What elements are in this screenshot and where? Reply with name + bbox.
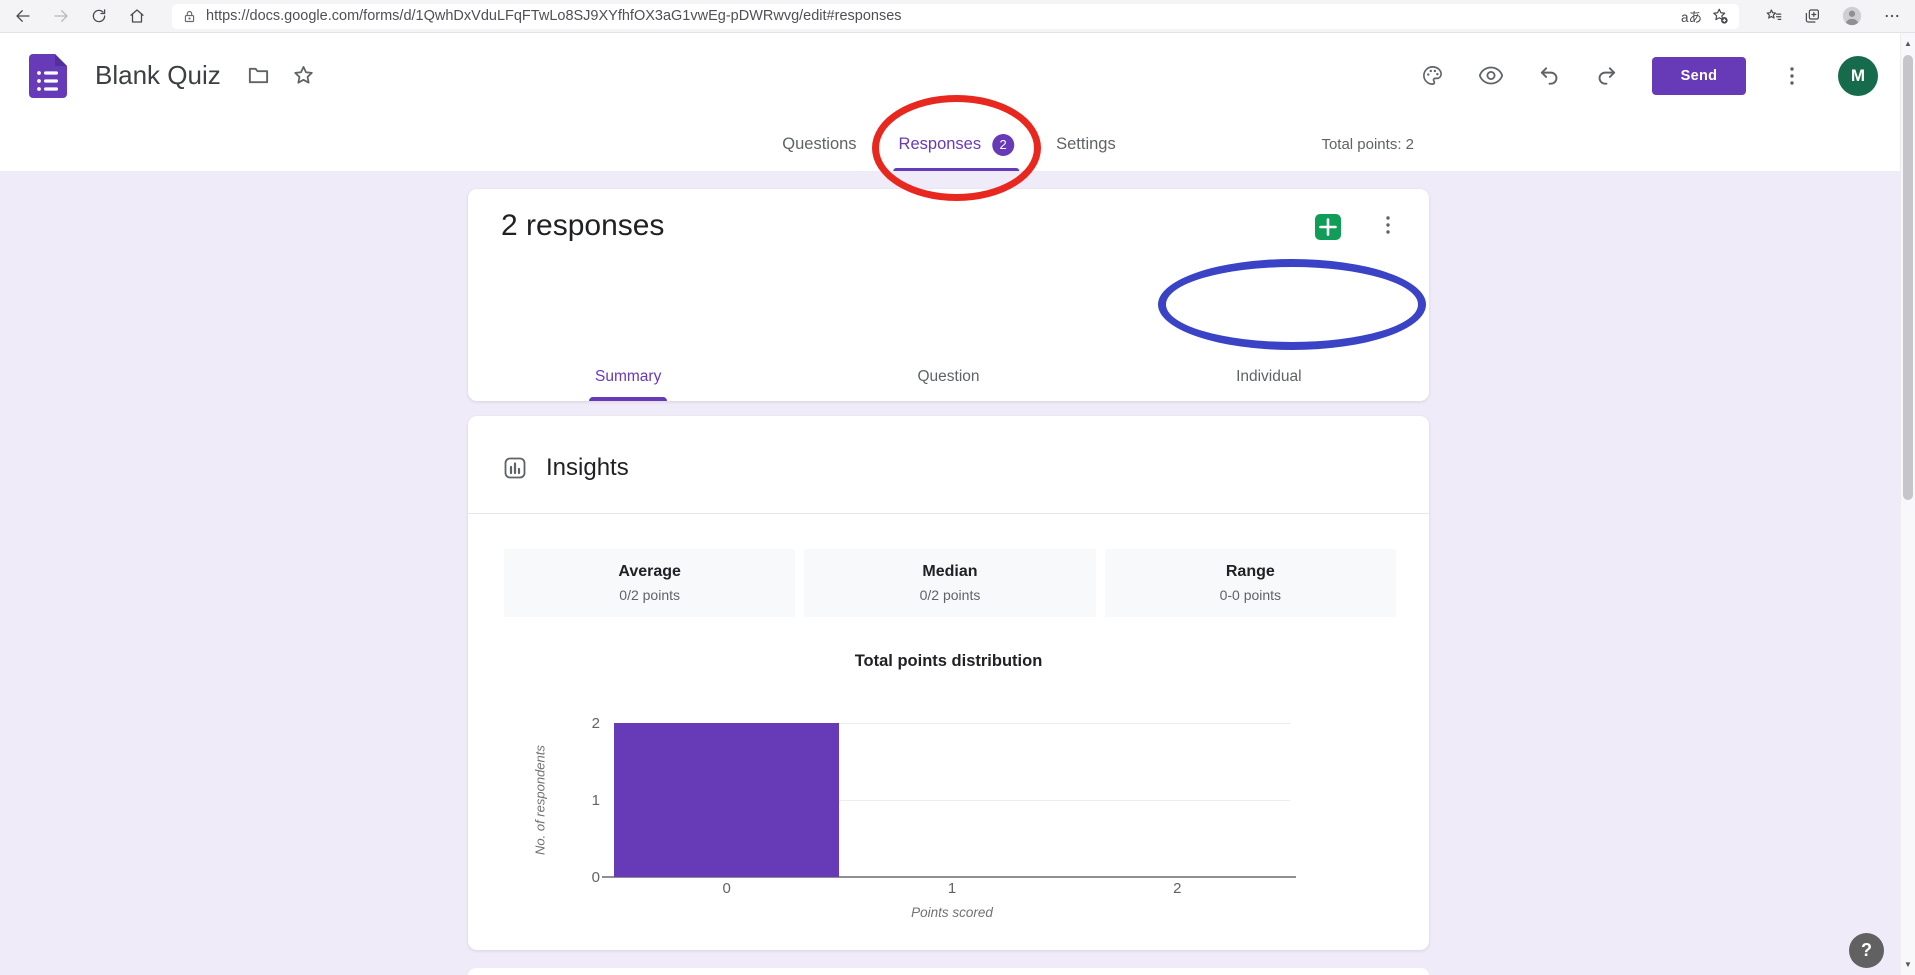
responses-card: 2 responses Accepting responses Summary … [468, 189, 1429, 401]
undo-icon[interactable] [1538, 64, 1561, 87]
move-folder-icon[interactable] [247, 64, 270, 87]
insights-title: Insights [546, 454, 629, 482]
lock-icon [182, 9, 197, 24]
subtab-active-underline [589, 397, 667, 401]
header-actions: Send M [1421, 56, 1878, 96]
subtab-summary-label: Summary [595, 368, 661, 386]
redo-icon[interactable] [1595, 64, 1618, 87]
chart-x-axis-label: Points scored [614, 905, 1290, 920]
x-tick-label: 1 [839, 880, 1064, 897]
y-tick-label: 1 [532, 792, 600, 809]
subtab-question[interactable]: Question [788, 353, 1108, 401]
y-tick-label: 0 [532, 869, 600, 886]
chart-title: Total points distribution [468, 652, 1429, 671]
subtab-summary[interactable]: Summary [468, 353, 788, 401]
stat-median-value: 0/2 points [920, 587, 981, 603]
x-tick-label: 0 [614, 880, 839, 897]
subtab-individual-label: Individual [1236, 368, 1302, 386]
chart-y-ticks: 012 [532, 723, 600, 877]
insights-stats-row: Average 0/2 points Median 0/2 points Ran… [504, 549, 1396, 617]
active-tab-underline [894, 168, 1020, 171]
tab-responses-label: Responses [899, 135, 982, 154]
bar-0 [614, 723, 839, 877]
chart-plot [614, 723, 1290, 877]
stat-median: Median 0/2 points [804, 549, 1095, 617]
responses-count-badge: 2 [992, 134, 1014, 156]
collections-icon[interactable] [1803, 7, 1821, 25]
insights-divider [468, 513, 1429, 514]
address-bar[interactable]: https://docs.google.com/forms/d/1QwhDxVd… [172, 4, 1739, 29]
stat-average: Average 0/2 points [504, 549, 795, 617]
form-tab-bar: Questions Responses 2 Settings Total poi… [0, 118, 1900, 172]
page-scrollbar[interactable]: ▲ ▼ [1900, 33, 1915, 975]
send-button[interactable]: Send [1652, 57, 1746, 95]
star-icon[interactable] [292, 64, 315, 87]
tab-responses[interactable]: Responses 2 [899, 118, 1015, 171]
insights-card: Insights Average 0/2 points Median 0/2 p… [468, 416, 1429, 950]
favorites-hub-icon[interactable] [1765, 7, 1783, 25]
responses-count-title: 2 responses [501, 209, 664, 243]
forward-icon[interactable] [52, 7, 70, 25]
forms-logo-icon[interactable] [29, 54, 67, 98]
subtab-individual[interactable]: Individual [1109, 353, 1429, 401]
total-points-label: Total points: 2 [1321, 118, 1414, 172]
stat-range-value: 0-0 points [1220, 587, 1281, 603]
insights-chart-icon [504, 457, 526, 479]
browser-menu-icon[interactable] [1883, 7, 1901, 25]
google-forms-responses-page: https://docs.google.com/forms/d/1QwhDxVd… [0, 0, 1915, 975]
browser-profile-avatar[interactable] [1841, 5, 1863, 27]
stat-range: Range 0-0 points [1105, 549, 1396, 617]
stat-median-label: Median [922, 563, 977, 581]
responses-subtabs: Summary Question Individual [468, 353, 1429, 401]
url-text[interactable]: https://docs.google.com/forms/d/1QwhDxVd… [206, 8, 1672, 24]
browser-toolbar-right [1765, 5, 1901, 27]
scrollbar-thumb[interactable] [1903, 55, 1913, 500]
refresh-icon[interactable] [90, 7, 108, 25]
preview-eye-icon[interactable] [1478, 64, 1504, 87]
responses-more-icon[interactable] [1376, 213, 1400, 237]
translate-icon[interactable]: aあ [1681, 6, 1702, 26]
chart-x-ticks: 012 [614, 880, 1290, 897]
scrollbar-up-icon[interactable]: ▲ [1901, 39, 1915, 48]
back-icon[interactable] [14, 7, 32, 25]
account-avatar[interactable]: M [1838, 56, 1878, 96]
help-button[interactable]: ? [1849, 933, 1884, 968]
stat-range-label: Range [1226, 563, 1275, 581]
form-title[interactable]: Blank Quiz [95, 60, 221, 91]
x-tick-label: 2 [1065, 880, 1290, 897]
forms-header: Blank Quiz Send M [0, 33, 1900, 118]
form-title-actions [247, 64, 315, 87]
scrollbar-down-icon[interactable]: ▼ [1901, 960, 1915, 969]
stat-average-value: 0/2 points [619, 587, 680, 603]
header-more-icon[interactable] [1780, 64, 1804, 88]
create-spreadsheet-icon[interactable] [1314, 213, 1342, 241]
browser-toolbar: https://docs.google.com/forms/d/1QwhDxVd… [0, 0, 1915, 33]
add-favorite-icon[interactable] [1711, 7, 1729, 25]
next-card-edge [468, 968, 1429, 975]
subtab-question-label: Question [917, 368, 979, 386]
y-tick-label: 2 [532, 715, 600, 732]
insights-header: Insights [504, 454, 629, 482]
theme-palette-icon[interactable] [1421, 64, 1444, 87]
tab-questions[interactable]: Questions [782, 135, 856, 154]
tab-settings[interactable]: Settings [1056, 135, 1116, 154]
stat-average-label: Average [618, 563, 681, 581]
home-icon[interactable] [128, 7, 146, 25]
